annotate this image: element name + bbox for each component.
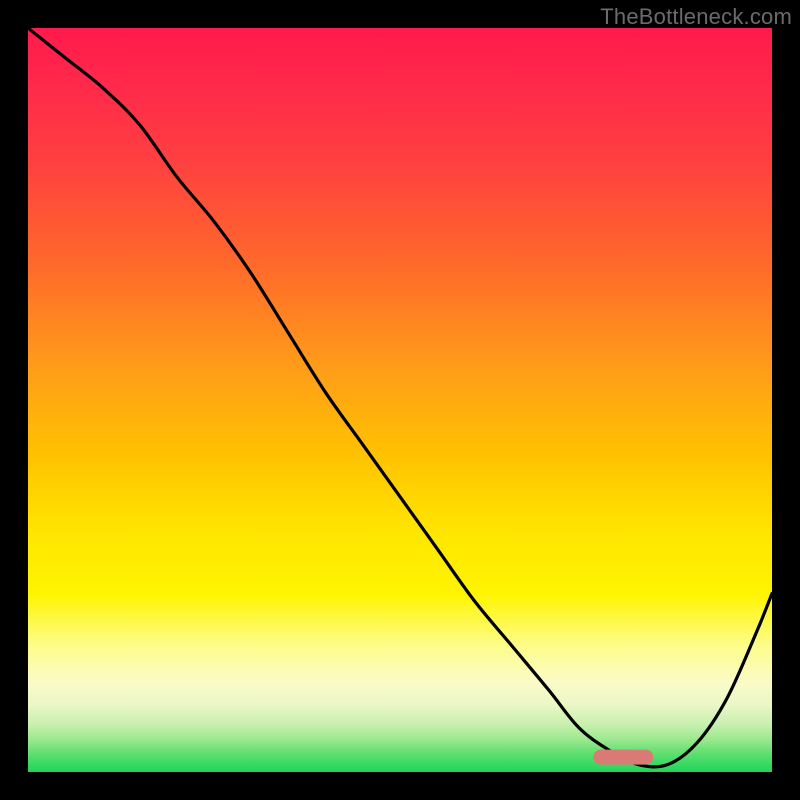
bottleneck-curve — [28, 28, 772, 772]
plot-area — [28, 28, 772, 772]
sweet-spot-marker — [593, 750, 653, 765]
chart-frame: TheBottleneck.com — [0, 0, 800, 800]
watermark-text: TheBottleneck.com — [600, 4, 792, 30]
